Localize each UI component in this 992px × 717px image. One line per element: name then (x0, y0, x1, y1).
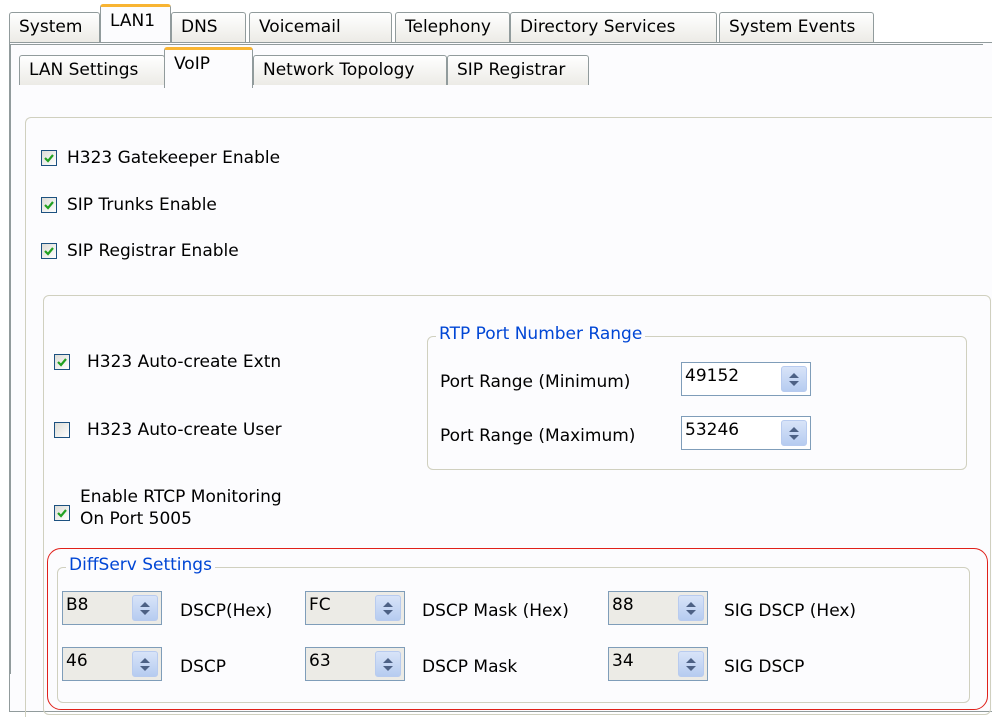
sig-dscp-hex-value[interactable]: 88 (609, 592, 678, 624)
tab-network-topology[interactable]: Network Topology (253, 55, 447, 85)
tab-directory-services[interactable]: Directory Services (510, 12, 717, 42)
checkbox-label-line2: On Port 5005 (80, 509, 192, 529)
spin-arrows-icon[interactable] (678, 595, 704, 621)
tab-label: System Events (729, 17, 856, 37)
dscp-stepper[interactable]: 46 (62, 647, 162, 681)
port-range-min-stepper[interactable]: 49152 (681, 362, 811, 396)
diffserv-settings-group: DiffServ Settings (57, 555, 970, 703)
dscp-value[interactable]: 46 (63, 648, 132, 680)
port-range-min-value[interactable]: 49152 (682, 363, 781, 395)
rtcp-monitoring-checkbox[interactable] (54, 505, 70, 521)
sig-dscp-hex-label: SIG DSCP (Hex) (724, 601, 857, 621)
tab-sip-registrar[interactable]: SIP Registrar (447, 55, 589, 85)
port-range-min-label: Port Range (Minimum) (440, 372, 631, 392)
spin-arrows-icon[interactable] (132, 651, 158, 677)
tab-label: Telephony (405, 17, 491, 37)
tab-voip[interactable]: VoIP (164, 47, 253, 88)
sip-registrar-enable[interactable]: SIP Registrar Enable (41, 240, 239, 262)
spin-arrows-icon[interactable] (781, 420, 807, 446)
checkmark-icon (44, 154, 54, 163)
spin-arrows-icon[interactable] (375, 651, 401, 677)
sig-dscp-label: SIG DSCP (724, 657, 805, 677)
h323-auto-create-extn[interactable]: H323 Auto-create Extn (54, 351, 281, 373)
tab-label: Directory Services (520, 17, 676, 37)
checkmark-icon (44, 247, 54, 256)
h323-gatekeeper-checkbox[interactable] (41, 150, 57, 166)
sip-registrar-checkbox[interactable] (41, 243, 57, 259)
h323-auto-extn-checkbox[interactable] (54, 354, 70, 370)
h323-gatekeeper-enable[interactable]: H323 Gatekeeper Enable (41, 147, 280, 169)
spin-arrows-icon[interactable] (781, 366, 807, 392)
checkbox-label: SIP Registrar Enable (67, 241, 239, 261)
dscp-mask-hex-value[interactable]: FC (306, 592, 375, 624)
dscp-mask-stepper[interactable]: 63 (305, 647, 405, 681)
tab-label: VoIP (174, 54, 210, 74)
tab-telephony[interactable]: Telephony (395, 12, 510, 42)
dscp-mask-hex-label: DSCP Mask (Hex) (422, 601, 569, 621)
port-range-max-stepper[interactable]: 53246 (681, 416, 811, 450)
tab-label: DNS (181, 17, 218, 37)
tab-label: System (19, 17, 83, 37)
checkbox-label: Enable RTCP Monitoring On Port 5005 (80, 486, 282, 530)
dscp-mask-value[interactable]: 63 (306, 648, 375, 680)
tab-system-events[interactable]: System Events (719, 12, 874, 42)
port-range-max-value[interactable]: 53246 (682, 417, 781, 449)
dscp-hex-stepper[interactable]: B8 (62, 591, 162, 625)
checkbox-label: H323 Auto-create Extn (87, 352, 282, 372)
spin-arrows-icon[interactable] (375, 595, 401, 621)
sig-dscp-hex-stepper[interactable]: 88 (608, 591, 708, 625)
dscp-label: DSCP (180, 657, 227, 677)
tab-label: LAN Settings (29, 60, 139, 80)
tab-label: Network Topology (263, 60, 415, 80)
checkmark-icon (57, 358, 67, 367)
diffserv-legend: DiffServ Settings (66, 555, 215, 575)
dscp-hex-label: DSCP(Hex) (180, 601, 273, 621)
spin-arrows-icon[interactable] (678, 651, 704, 677)
sig-dscp-value[interactable]: 34 (609, 648, 678, 680)
dscp-hex-value[interactable]: B8 (63, 592, 132, 624)
checkbox-label-line1: Enable RTCP Monitoring (80, 487, 282, 507)
tab-lan-settings[interactable]: LAN Settings (19, 55, 165, 85)
enable-rtcp-monitoring[interactable]: Enable RTCP Monitoring On Port 5005 (54, 486, 282, 530)
spin-arrows-icon[interactable] (132, 595, 158, 621)
dscp-mask-hex-stepper[interactable]: FC (305, 591, 405, 625)
sip-trunks-enable[interactable]: SIP Trunks Enable (41, 194, 217, 216)
h323-auto-user-checkbox[interactable] (54, 422, 70, 438)
checkmark-icon (44, 201, 54, 210)
rtp-legend: RTP Port Number Range (436, 324, 646, 344)
tab-lan1[interactable]: LAN1 (100, 4, 171, 42)
checkbox-label: H323 Auto-create User (87, 420, 282, 440)
tab-dns[interactable]: DNS (171, 12, 246, 42)
h323-auto-create-user[interactable]: H323 Auto-create User (54, 419, 282, 441)
checkbox-label: H323 Gatekeeper Enable (67, 148, 281, 168)
checkmark-icon (57, 509, 67, 518)
tab-voicemail[interactable]: Voicemail (249, 12, 392, 42)
tab-system[interactable]: System (9, 12, 100, 42)
sip-trunks-checkbox[interactable] (41, 197, 57, 213)
sig-dscp-stepper[interactable]: 34 (608, 647, 708, 681)
checkbox-label: SIP Trunks Enable (67, 195, 217, 215)
port-range-max-label: Port Range (Maximum) (440, 426, 636, 446)
tab-label: SIP Registrar (457, 60, 566, 80)
dscp-mask-label: DSCP Mask (422, 657, 518, 677)
tab-label: LAN1 (110, 11, 156, 31)
tab-label: Voicemail (259, 17, 341, 37)
